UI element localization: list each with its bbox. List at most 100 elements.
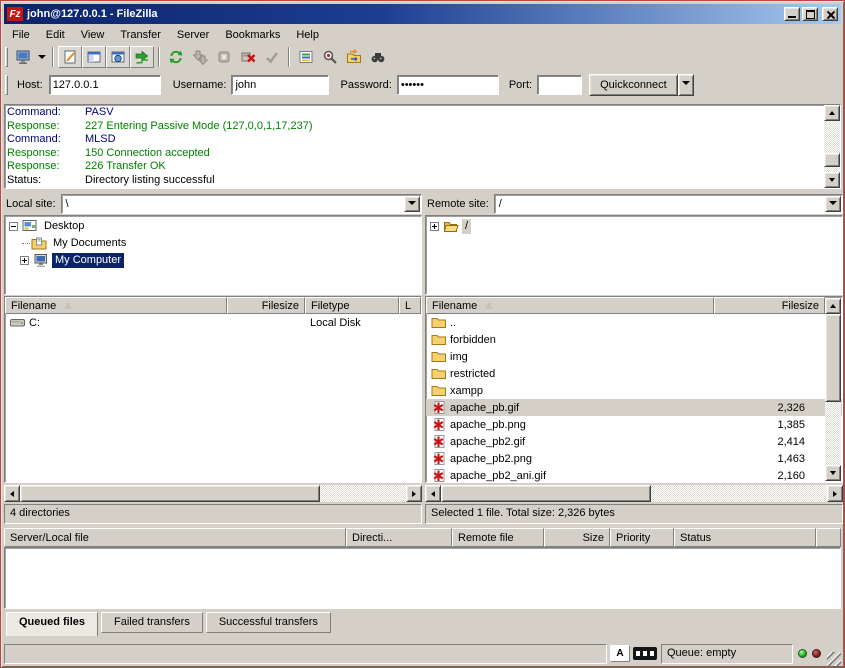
collapse-icon[interactable] <box>9 222 18 231</box>
host-input[interactable] <box>49 75 161 95</box>
queue-column-remote-file[interactable]: Remote file <box>452 528 544 547</box>
synchronized-browsing-button[interactable] <box>342 46 366 68</box>
local-site-combo[interactable]: \ <box>61 194 422 214</box>
site-manager-dropdown-button[interactable] <box>35 46 48 68</box>
menu-item-view[interactable]: View <box>73 27 113 43</box>
message-log-scrollbar[interactable] <box>824 105 840 188</box>
tab-failed-transfers[interactable]: Failed transfers <box>101 612 203 633</box>
queue-column-priority[interactable]: Priority <box>610 528 674 547</box>
toolbar-grip[interactable] <box>5 47 8 67</box>
remote-site-dropdown-button[interactable] <box>825 196 841 212</box>
resize-grip[interactable] <box>827 652 841 666</box>
titlebar[interactable]: Fz john@127.0.0.1 - FileZilla <box>4 4 841 24</box>
password-input[interactable] <box>397 75 499 95</box>
remote-list-scrollbar[interactable] <box>825 298 841 481</box>
toggle-transfer-queue-button[interactable] <box>130 46 154 68</box>
toggle-local-tree-button[interactable] <box>82 46 106 68</box>
remote-file-row[interactable]: apache_pb.png 1,385 <box>426 416 842 433</box>
remote-file-row[interactable]: forbidden <box>426 331 842 348</box>
menu-item-edit[interactable]: Edit <box>38 27 73 43</box>
scroll-right-button[interactable] <box>827 485 843 502</box>
reconnect-button[interactable] <box>260 46 284 68</box>
scroll-up-button[interactable] <box>824 105 840 121</box>
minimize-button[interactable] <box>784 7 800 21</box>
local-site-dropdown-button[interactable] <box>404 196 420 212</box>
tree-item-my-documents[interactable]: My Documents <box>7 235 419 252</box>
column-header-last-modified[interactable]: L <box>399 297 421 314</box>
remote-file-row[interactable]: .. <box>426 314 842 331</box>
site-manager-button[interactable] <box>11 46 35 68</box>
security-indicator-icon[interactable] <box>633 647 657 660</box>
remote-file-row[interactable]: apache_pb2_ani.gif 2,160 <box>426 467 842 483</box>
toolbar-separator <box>52 47 54 67</box>
scroll-up-button[interactable] <box>825 298 841 314</box>
column-header-filesize[interactable]: Filesize <box>714 297 825 314</box>
app-icon[interactable]: Fz <box>7 7 23 21</box>
column-header-filename[interactable]: Filename <box>426 297 714 314</box>
queue-column-status[interactable]: Status <box>674 528 816 547</box>
disconnect-button[interactable] <box>236 46 260 68</box>
remote-site-combo[interactable]: / <box>494 194 843 214</box>
refresh-button[interactable] <box>164 46 188 68</box>
expand-icon[interactable] <box>20 256 29 265</box>
menu-item-file[interactable]: File <box>4 27 38 43</box>
maximize-button[interactable] <box>802 7 818 21</box>
local-site-value[interactable]: \ <box>62 195 403 213</box>
cancel-operation-button[interactable] <box>212 46 236 68</box>
statusbar-message-area <box>4 644 607 664</box>
quickconnect-dropdown-button[interactable] <box>678 74 694 96</box>
port-input[interactable] <box>537 75 582 95</box>
directory-listing-filters-button[interactable] <box>294 46 318 68</box>
menu-item-bookmarks[interactable]: Bookmarks <box>217 27 288 43</box>
scrollbar-track[interactable] <box>824 121 840 172</box>
queue-column-direction[interactable]: Directi... <box>346 528 452 547</box>
scrollbar-thumb[interactable] <box>825 314 841 402</box>
scrollbar-thumb[interactable] <box>441 485 651 502</box>
tab-queued-files[interactable]: Queued files <box>6 612 98 636</box>
scroll-right-button[interactable] <box>406 485 422 502</box>
tree-item-desktop[interactable]: Desktop <box>7 218 419 235</box>
menu-item-transfer[interactable]: Transfer <box>112 27 169 43</box>
toggle-remote-tree-button[interactable] <box>106 46 130 68</box>
username-input[interactable] <box>231 75 329 95</box>
queue-column-server-local-file[interactable]: Server/Local file <box>4 528 346 547</box>
close-button[interactable] <box>822 7 838 21</box>
find-files-button[interactable] <box>366 46 390 68</box>
remote-file-row[interactable]: apache_pb2.png 1,463 <box>426 450 842 467</box>
transfer-type-indicator[interactable]: A <box>610 645 630 662</box>
scrollbar-track[interactable] <box>825 314 841 465</box>
tree-item-root[interactable]: / <box>428 218 840 235</box>
remote-file-row[interactable]: img <box>426 348 842 365</box>
local-file-row[interactable]: C: Local Disk <box>5 314 421 331</box>
column-header-filesize[interactable]: Filesize <box>227 297 305 314</box>
menu-item-server[interactable]: Server <box>169 27 217 43</box>
directory-comparison-button[interactable] <box>318 46 342 68</box>
scroll-down-button[interactable] <box>824 172 840 188</box>
queue-column-size[interactable]: Size <box>544 528 610 547</box>
scrollbar-thumb[interactable] <box>20 485 320 502</box>
expand-icon[interactable] <box>430 222 439 231</box>
quickbar-grip[interactable] <box>5 75 8 95</box>
remote-horizontal-scrollbar[interactable] <box>425 485 843 502</box>
scrollbar-thumb[interactable] <box>824 153 840 167</box>
local-horizontal-scrollbar[interactable] <box>4 485 422 502</box>
remote-file-row[interactable]: xampp <box>426 382 842 399</box>
tab-successful-transfers[interactable]: Successful transfers <box>206 612 331 633</box>
column-header-filename[interactable]: Filename <box>5 297 227 314</box>
tree-item-my-computer[interactable]: My Computer <box>7 252 419 269</box>
remote-file-row[interactable]: restricted <box>426 365 842 382</box>
quickconnect-button[interactable]: Quickconnect <box>589 74 678 96</box>
remote-site-value[interactable]: / <box>495 195 824 213</box>
process-queue-button[interactable] <box>188 46 212 68</box>
remote-file-row[interactable]: apache_pb2.gif 2,414 <box>426 433 842 450</box>
menu-item-help[interactable]: Help <box>288 27 327 43</box>
scroll-down-button[interactable] <box>825 465 841 481</box>
scrollbar-track[interactable] <box>441 485 827 502</box>
column-header-filetype[interactable]: Filetype <box>305 297 399 314</box>
scroll-left-button[interactable] <box>425 485 441 502</box>
scroll-left-button[interactable] <box>4 485 20 502</box>
remote-file-row-selected[interactable]: apache_pb.gif 2,326 <box>426 399 842 416</box>
toggle-message-log-button[interactable] <box>58 46 82 68</box>
scrollbar-track[interactable] <box>20 485 406 502</box>
cancel-icon <box>216 49 232 65</box>
